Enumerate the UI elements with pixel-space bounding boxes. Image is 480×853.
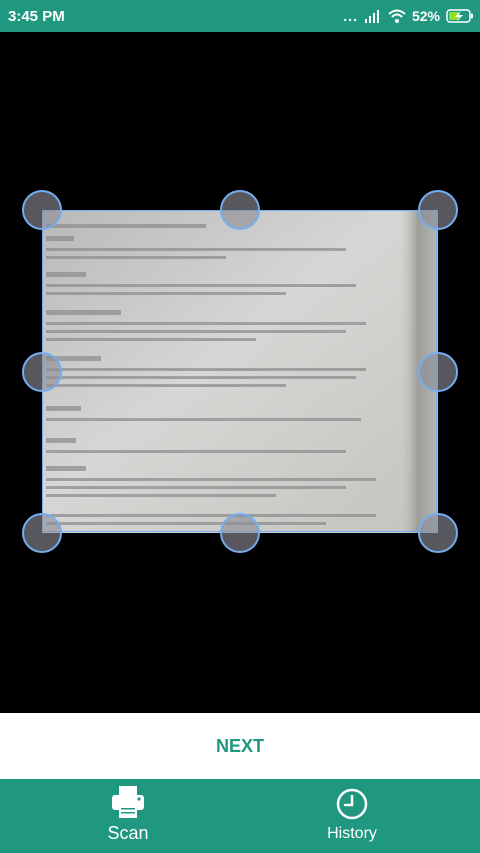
crop-handle-middle-right[interactable]: [418, 352, 458, 392]
status-icons: ... 52%: [343, 6, 474, 26]
crop-handle-bottom-left[interactable]: [22, 513, 62, 553]
crop-handle-bottom-right[interactable]: [418, 513, 458, 553]
crop-handle-bottom-center[interactable]: [220, 513, 260, 553]
crop-handle-top-center[interactable]: [220, 190, 260, 230]
nav-label-scan: Scan: [107, 823, 149, 843]
battery-charging-icon: [446, 9, 473, 23]
status-bar: 3:45 PM ... 52%: [0, 0, 480, 32]
camera-preview: [0, 32, 480, 713]
status-time: 3:45 PM: [8, 8, 65, 25]
action-bar: NEXT: [0, 713, 480, 779]
bottom-nav: Scan History: [0, 779, 480, 853]
printer-icon: [112, 786, 144, 818]
wifi-icon: [388, 9, 406, 23]
nav-item-scan[interactable]: Scan: [8, 779, 248, 853]
clock-icon: [336, 788, 368, 820]
status-dots: ...: [343, 8, 358, 24]
nav-item-history[interactable]: History: [232, 779, 472, 853]
crop-handle-middle-left[interactable]: [22, 352, 62, 392]
signal-icon: [364, 10, 379, 23]
crop-handle-top-right[interactable]: [418, 190, 458, 230]
crop-handle-top-left[interactable]: [22, 190, 62, 230]
crop-frame[interactable]: [42, 210, 437, 532]
next-button[interactable]: NEXT: [0, 713, 480, 779]
nav-label-history: History: [327, 825, 377, 842]
battery-percent: 52%: [411, 8, 440, 24]
